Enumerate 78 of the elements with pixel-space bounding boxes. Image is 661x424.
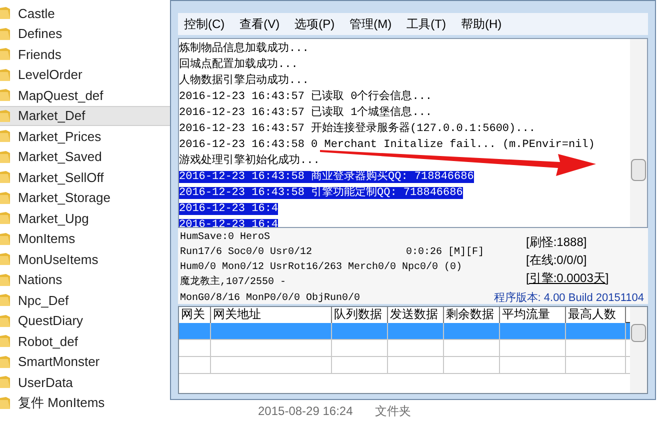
counter-text[interactable]: [引擎:0.0003天] bbox=[526, 269, 609, 287]
column-header[interactable]: 网关地址 bbox=[211, 307, 332, 323]
folder-item[interactable]: Market_Storage bbox=[0, 188, 170, 208]
status-line: MonG0/8/16 MonP0/0/0 ObjRun0/0 bbox=[180, 292, 360, 306]
folder-icon bbox=[0, 396, 10, 410]
folder-item[interactable]: Market_SellOff bbox=[0, 167, 170, 188]
column-header[interactable]: 剩余数据 bbox=[444, 307, 500, 323]
scroll-thumb[interactable] bbox=[631, 324, 646, 342]
counter-text: [刷怪:1888] bbox=[526, 234, 588, 251]
column-header[interactable]: 发送数据 bbox=[388, 307, 444, 323]
file-type: 文件夹 bbox=[374, 403, 411, 420]
table-row[interactable] bbox=[179, 357, 630, 374]
folder-item[interactable]: 复件 MonItems bbox=[0, 392, 170, 413]
folder-icon bbox=[0, 314, 10, 328]
status-line: 魔龙教主,107/2550 - bbox=[180, 275, 286, 290]
column-header[interactable]: 队列数据 bbox=[332, 307, 388, 323]
folder-icon bbox=[0, 211, 10, 226]
menu-item[interactable]: 选项(P) bbox=[294, 15, 335, 33]
status-line: HumSave:0 HeroS bbox=[180, 231, 270, 245]
log-line: 2016-12-23 16:43:57 已读取 1个城堡信息... bbox=[179, 107, 432, 119]
folder-icon bbox=[0, 68, 10, 82]
folder-icon bbox=[0, 252, 10, 266]
folder-icon bbox=[0, 354, 10, 369]
folder-icon bbox=[0, 150, 10, 164]
status-line: Hum0/0 Mon0/12 UsrRot16/263 Merch0/0 Npc0/0 (0) bbox=[180, 260, 462, 275]
folder-item[interactable]: QuestDiary bbox=[0, 310, 170, 331]
column-header[interactable]: 网关 bbox=[179, 307, 211, 323]
version-text: 程序版本: 4.00 Build 20151104 bbox=[494, 290, 645, 306]
folder-item[interactable]: Defines bbox=[0, 24, 170, 44]
folder-icon bbox=[0, 293, 10, 308]
folder-icon bbox=[0, 272, 10, 287]
counter-text: [在线:0/0/0] bbox=[526, 252, 588, 269]
log-line: 2016-12-23 16:43:58 0 Merchant Initalize fail... (m.PEnvir=nil) bbox=[179, 139, 595, 151]
table-row[interactable] bbox=[179, 340, 630, 357]
menu-item[interactable]: 管理(M) bbox=[350, 15, 392, 33]
folder-item[interactable]: Castle bbox=[0, 3, 170, 24]
folder-item[interactable]: MonItems bbox=[0, 228, 170, 249]
log-line: 2016-12-23 16:43:57 已读取 0个行会信息... bbox=[179, 91, 432, 103]
column-header[interactable]: 最高人数 bbox=[566, 307, 626, 323]
folder-icon bbox=[0, 375, 10, 390]
folder-icon bbox=[0, 6, 10, 20]
folder-icon bbox=[0, 47, 10, 62]
folder-item[interactable]: Market_Prices bbox=[0, 126, 170, 146]
folder-item[interactable]: Npc_Def bbox=[0, 290, 170, 310]
log-line: 炼制物品信息加载成功... bbox=[179, 43, 309, 55]
log-line: 游戏处理引擎初始化成功... bbox=[179, 155, 320, 167]
status-line: Run17/6 Soc0/0 Usr0/12 bbox=[180, 246, 312, 260]
column-header[interactable]: 平均流量 bbox=[500, 307, 566, 323]
table-row[interactable] bbox=[179, 323, 630, 340]
scroll-thumb[interactable] bbox=[631, 159, 646, 181]
folder-item[interactable]: MapQuest_def bbox=[0, 85, 170, 106]
folder-item[interactable]: MonUseItems bbox=[0, 249, 170, 270]
folder-icon bbox=[0, 170, 10, 184]
folder-icon bbox=[0, 129, 10, 144]
log-line: 人物数据引擎启动成功... bbox=[179, 75, 309, 87]
folder-icon bbox=[0, 232, 10, 246]
uptime-text: 0:0:26 [M][F] bbox=[406, 246, 484, 260]
menu-item[interactable]: 控制(C) bbox=[184, 15, 225, 33]
log-line: 2016-12-23 16:43:57 开始连接登录服务器(127.0.0.1:5600)... bbox=[179, 123, 536, 135]
folder-icon bbox=[0, 190, 10, 205]
folder-item[interactable]: Market_Def bbox=[0, 106, 170, 126]
folder-item[interactable]: SmartMonster bbox=[0, 352, 170, 372]
folder-item[interactable]: Friends bbox=[0, 44, 170, 64]
folder-icon bbox=[0, 108, 10, 123]
folder-item[interactable]: Robot_def bbox=[0, 331, 170, 352]
folder-item[interactable]: Market_Upg bbox=[0, 208, 170, 228]
menu-item[interactable]: 工具(T) bbox=[406, 15, 446, 33]
folder-item[interactable]: LevelOrder bbox=[0, 64, 170, 85]
log-line: 回城点配置加载成功... bbox=[179, 59, 298, 71]
modified-date: 2015-08-29 16:24 bbox=[258, 403, 353, 420]
folder-icon bbox=[0, 334, 10, 348]
folder-item[interactable]: Nations bbox=[0, 270, 170, 290]
menu-item[interactable]: 查看(V) bbox=[240, 15, 280, 33]
folder-item[interactable]: UserData bbox=[0, 372, 170, 392]
folder-icon bbox=[0, 26, 10, 41]
folder-item[interactable]: Market_Saved bbox=[0, 146, 170, 167]
folder-icon bbox=[0, 88, 10, 102]
menu-item[interactable]: 帮助(H) bbox=[461, 15, 502, 33]
